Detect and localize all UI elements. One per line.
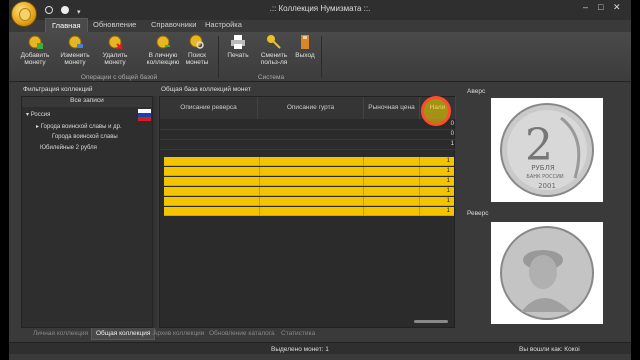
edit-coin-icon bbox=[68, 35, 83, 49]
tree-item-glory-cities[interactable]: Города воинской славы bbox=[52, 134, 118, 140]
pane-splitter[interactable] bbox=[153, 96, 157, 328]
table-row[interactable]: 0 bbox=[160, 121, 456, 130]
personal-collection-icon bbox=[156, 35, 170, 49]
revers-image bbox=[491, 222, 603, 324]
svg-text:БАНК РОССИИ: БАНК РОССИИ bbox=[526, 174, 563, 180]
table-row-selected[interactable]: 1 bbox=[164, 207, 454, 216]
filter-pane-header: Фильтрация коллекций bbox=[23, 86, 93, 93]
mouse-cursor-highlight bbox=[421, 96, 451, 126]
ribbon: Добавить монету Изменить монету Удалить … bbox=[9, 32, 631, 82]
filter-pane: Все записи ▾ Россия ▸ Города воинской сл… bbox=[21, 96, 153, 328]
grid-pane-header: Общая база коллекций монет bbox=[161, 86, 251, 93]
coin-avers-icon: 2 РУБЛЯ БАНК РОССИИ 2001 bbox=[500, 103, 594, 197]
tab-catalog-update[interactable]: Обновление каталога bbox=[205, 328, 279, 340]
search-coin-icon bbox=[189, 34, 204, 49]
svg-text:РУБЛЯ: РУБЛЯ bbox=[531, 164, 555, 172]
col-header-reverse[interactable]: Описание реверса bbox=[160, 97, 258, 119]
minimize-icon[interactable]: – bbox=[583, 2, 588, 12]
group-label-base-ops: Операции с общей базой bbox=[80, 74, 158, 81]
tab-statistics[interactable]: Статистика bbox=[277, 328, 319, 340]
col-header-market-price[interactable]: Рыночная цена bbox=[364, 97, 420, 119]
collection-tabs: Личная коллекция Общая коллекция Архив к… bbox=[21, 328, 319, 340]
exit-icon bbox=[301, 35, 309, 49]
table-row[interactable]: 1 bbox=[160, 141, 456, 150]
tab-collection-archive[interactable]: Архив коллекции bbox=[149, 328, 208, 340]
tab-references[interactable]: Справочники bbox=[145, 18, 202, 32]
group-separator bbox=[321, 36, 322, 78]
printer-icon bbox=[231, 35, 245, 49]
app-window: ▾ .:: Коллекция Нумизмата ::. – □ ✕ Глав… bbox=[9, 0, 631, 360]
coin-logo-icon bbox=[19, 8, 31, 21]
table-row-selected[interactable]: 1 bbox=[164, 157, 454, 166]
tab-personal-collection[interactable]: Личная коллекция bbox=[29, 328, 92, 340]
add-coin-button[interactable]: Добавить монету bbox=[15, 34, 55, 72]
selected-count: Выделено монет: 1 bbox=[271, 346, 329, 353]
current-user: Вы вошли как: Кокоi bbox=[519, 346, 580, 353]
add-coin-icon bbox=[28, 35, 43, 49]
tab-home[interactable]: Главная bbox=[45, 18, 88, 32]
preview-pane: Аверс 2 РУБЛЯ БАНК РОССИИ 2001 Реверс bbox=[461, 84, 627, 328]
table-row-selected[interactable]: 1 bbox=[164, 167, 454, 176]
exit-button[interactable]: Выход bbox=[285, 34, 325, 72]
table-row-selected[interactable]: 1 bbox=[164, 197, 454, 206]
tree-item-glory-cities-other[interactable]: ▸ Города воинской славы и др. bbox=[36, 123, 122, 130]
app-menu-button[interactable] bbox=[11, 1, 37, 27]
tab-update[interactable]: Обновление bbox=[87, 18, 142, 32]
group-label-system: Система bbox=[257, 74, 285, 81]
edit-coin-button[interactable]: Изменить монету bbox=[55, 34, 95, 72]
delete-coin-icon bbox=[108, 35, 123, 50]
tab-common-collection[interactable]: Общая коллекция bbox=[91, 328, 156, 340]
revers-label: Реверс bbox=[467, 210, 489, 217]
print-button[interactable]: Печать bbox=[218, 34, 258, 72]
key-icon bbox=[267, 35, 281, 49]
horizontal-scrollbar[interactable] bbox=[414, 320, 448, 323]
tab-settings[interactable]: Настройка bbox=[199, 18, 248, 32]
avers-image: 2 РУБЛЯ БАНК РОССИИ 2001 bbox=[491, 98, 603, 202]
tree-item-russia[interactable]: ▾ Россия bbox=[26, 111, 50, 118]
coin-grid: Описание реверса Описание гурта Рыночная… bbox=[159, 96, 456, 328]
search-coin-button[interactable]: Поиск монеты bbox=[177, 34, 217, 72]
maximize-icon[interactable]: □ bbox=[598, 2, 603, 12]
title-bar: ▾ .:: Коллекция Нумизмата ::. – □ ✕ bbox=[9, 0, 631, 27]
status-bar: Выделено монет: 1 Вы вошли как: Кокоi bbox=[9, 342, 631, 354]
window-title: .:: Коллекция Нумизмата ::. bbox=[269, 4, 371, 13]
avers-label: Аверс bbox=[467, 88, 486, 95]
tree-item-jubilee-2-rubles[interactable]: Юбилейные 2 рубля bbox=[40, 145, 97, 151]
close-icon[interactable]: ✕ bbox=[613, 2, 621, 13]
all-records-button[interactable]: Все записи bbox=[22, 97, 152, 107]
russia-flag-icon bbox=[138, 109, 151, 121]
coin-revers-portrait-icon bbox=[500, 226, 594, 320]
delete-coin-button[interactable]: Удалить монету bbox=[95, 34, 135, 72]
table-row-selected[interactable]: 1 bbox=[164, 177, 454, 186]
col-header-edge[interactable]: Описание гурта bbox=[258, 97, 364, 119]
svg-text:2001: 2001 bbox=[538, 182, 556, 190]
table-row[interactable]: 0 bbox=[160, 131, 456, 140]
table-row-selected[interactable]: 1 bbox=[164, 187, 454, 196]
